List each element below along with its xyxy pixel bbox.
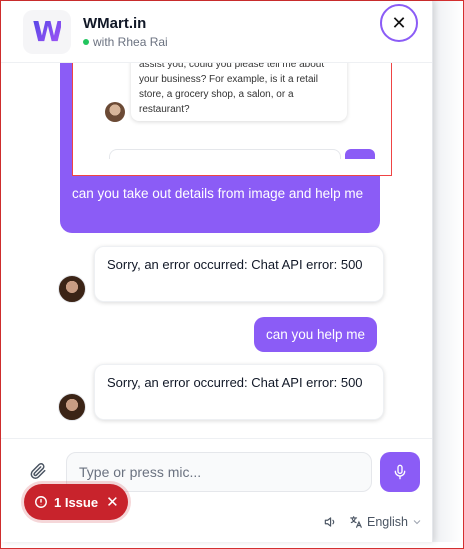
avatar xyxy=(58,275,86,303)
mic-button[interactable] xyxy=(380,452,420,492)
brand-name: WMart.in xyxy=(83,14,147,32)
issues-badge-button[interactable]: 1 Issue ✕ xyxy=(24,484,128,520)
avatar xyxy=(58,393,86,421)
language-label: English xyxy=(367,515,408,529)
chat-messages[interactable]: assist you, could you please tell me abo… xyxy=(1,63,432,438)
brand-logo-mark: W xyxy=(32,15,64,48)
user-message-text: can you take out details from image and … xyxy=(72,186,364,201)
online-status-icon xyxy=(83,38,89,45)
chat-header: W WMart.in with Rhea Rai ✕ xyxy=(1,1,432,63)
chevron-down-icon xyxy=(413,520,421,525)
close-button[interactable]: ✕ xyxy=(380,4,418,42)
translate-icon xyxy=(350,516,362,528)
close-icon: ✕ xyxy=(391,12,407,33)
image-bot-bubble: assist you, could you please tell me abo… xyxy=(131,63,347,121)
attached-image-preview: assist you, could you please tell me abo… xyxy=(72,63,392,176)
close-icon[interactable]: ✕ xyxy=(106,493,119,511)
brand-info: WMart.in with Rhea Rai xyxy=(83,15,168,49)
mic-icon xyxy=(394,464,406,480)
attach-icon[interactable] xyxy=(29,461,47,481)
user-message-with-image: assist you, could you please tell me abo… xyxy=(60,63,392,233)
agent-name: with Rhea Rai xyxy=(93,34,168,49)
page-background-edge xyxy=(433,1,463,542)
image-mic-button xyxy=(345,149,375,159)
bot-message-text: Sorry, an error occurred: Chat API error… xyxy=(94,364,384,420)
bot-message-text: Sorry, an error occurred: Chat API error… xyxy=(94,246,384,302)
brand-logo: W xyxy=(23,9,71,54)
user-message: can you help me xyxy=(254,317,378,352)
alert-icon xyxy=(35,496,47,508)
speaker-icon[interactable] xyxy=(322,515,338,529)
image-avatar xyxy=(105,102,125,122)
chat-widget: W WMart.in with Rhea Rai ✕ assist you, c… xyxy=(1,1,433,542)
agent-status: with Rhea Rai xyxy=(83,35,168,49)
issues-label: 1 Issue xyxy=(54,494,99,510)
language-selector[interactable]: English xyxy=(349,515,427,529)
image-input-field xyxy=(109,149,341,159)
